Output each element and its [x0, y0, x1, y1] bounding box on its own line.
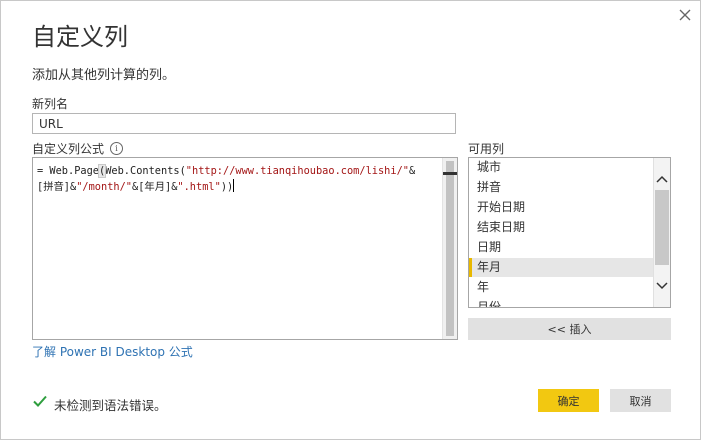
column-item[interactable]: 月份 — [469, 298, 654, 307]
close-icon[interactable] — [676, 6, 694, 24]
code-fragment: = Web.Page — [37, 165, 99, 177]
insert-button[interactable]: << 插入 — [468, 318, 671, 340]
editor-scroll-marker — [443, 172, 457, 175]
learn-formulas-link[interactable]: 了解 Power BI Desktop 公式 — [32, 343, 193, 360]
dialog-subtitle: 添加从其他列计算的列。 — [32, 68, 176, 83]
check-icon — [33, 395, 47, 407]
formula-code: = Web.Page(Web.Contents("http://www.tian… — [37, 164, 439, 195]
code-fragment: [拼音]& — [37, 181, 77, 193]
columns-scroll-thumb[interactable] — [655, 190, 669, 265]
column-item[interactable]: 日期 — [469, 238, 654, 257]
editor-scrollbar[interactable] — [442, 158, 457, 339]
ok-button[interactable]: 确定 — [538, 389, 599, 412]
custom-column-dialog: 自定义列 添加从其他列计算的列。 新列名 自定义列公式 i 可用列 = Web.… — [0, 0, 701, 440]
code-string: "/month/" — [76, 181, 132, 193]
column-item[interactable]: 结束日期 — [469, 218, 654, 237]
available-columns-list[interactable]: 城市 拼音 开始日期 结束日期 日期 年月 年 月份 — [468, 157, 671, 308]
syntax-status-text: 未检测到语法错误。 — [54, 398, 167, 413]
info-icon[interactable]: i — [110, 142, 123, 155]
column-item[interactable]: 年 — [469, 278, 654, 297]
chevron-up-icon[interactable] — [654, 172, 670, 188]
editor-scroll-thumb[interactable] — [446, 161, 454, 336]
new-column-name-input[interactable] — [32, 113, 456, 134]
code-fragment: )) — [220, 181, 234, 193]
code-string: "http://www.tianqihoubao.com/lishi/" — [185, 165, 409, 177]
code-fragment: Web.Contents( — [105, 165, 186, 177]
dialog-title: 自定义列 — [32, 23, 128, 51]
code-fragment: & — [408, 165, 416, 177]
text-caret — [233, 179, 235, 192]
available-columns-label: 可用列 — [468, 142, 505, 156]
column-item[interactable]: 开始日期 — [469, 198, 654, 217]
formula-label: 自定义列公式 — [32, 142, 105, 156]
column-item[interactable]: 拼音 — [469, 178, 654, 197]
new-column-name-label: 新列名 — [32, 97, 69, 111]
code-fragment: &[年月]& — [132, 181, 178, 193]
column-item-selected[interactable]: 年月 — [469, 258, 654, 277]
chevron-down-icon[interactable] — [654, 277, 670, 293]
code-string: ".html" — [177, 181, 221, 193]
formula-editor[interactable]: = Web.Page(Web.Contents("http://www.tian… — [32, 157, 458, 340]
cancel-button[interactable]: 取消 — [610, 389, 671, 412]
columns-scrollbar[interactable] — [653, 158, 670, 307]
column-item[interactable]: 城市 — [469, 158, 654, 177]
